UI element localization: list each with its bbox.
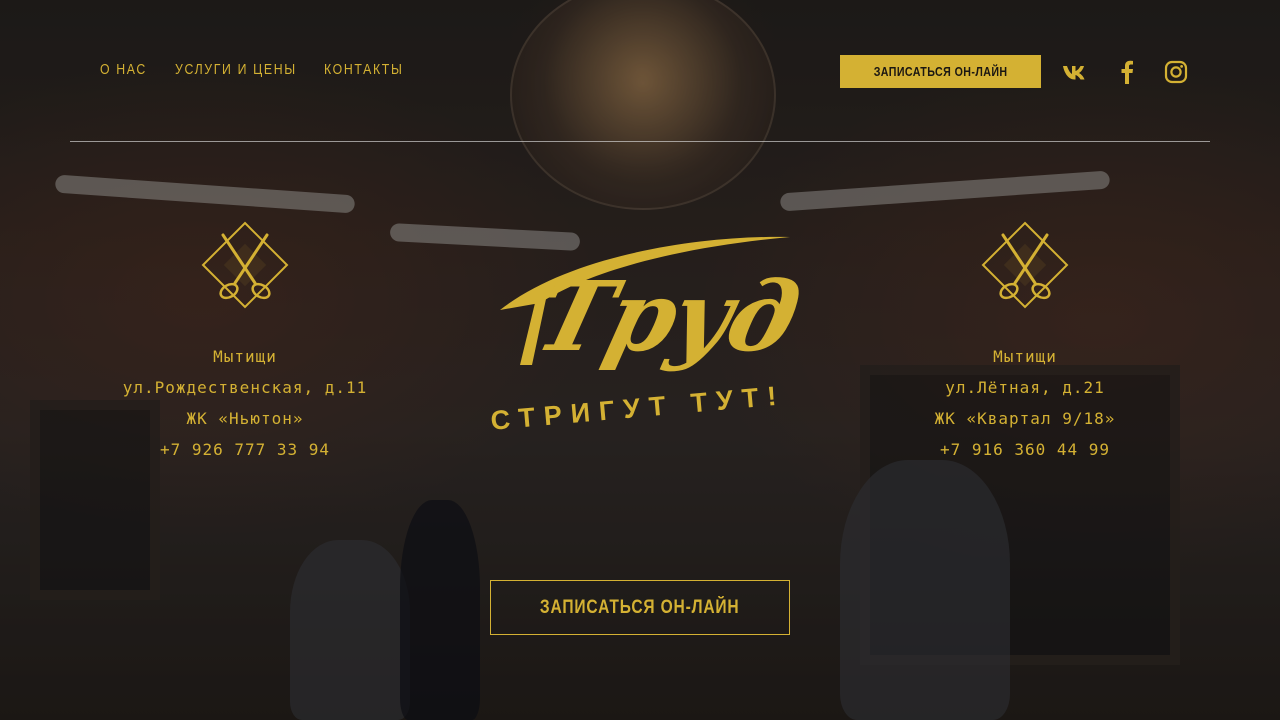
- address-phone[interactable]: +7 916 360 44 99: [875, 434, 1175, 465]
- address-street: ул.Рождественская, д.11: [122, 378, 368, 397]
- address-complex: ЖК «Ньютон»: [186, 409, 304, 428]
- book-online-header-button[interactable]: ЗАПИСАТЬСЯ ОН-ЛАЙН: [840, 55, 1041, 88]
- header-divider: [70, 141, 1210, 142]
- address-block-left: Мытищи ул.Рождественская, д.11 ЖК «Ньюто…: [95, 341, 395, 465]
- main-nav: О НАС УСЛУГИ И ЦЕНЫ КОНТАКТЫ: [100, 61, 402, 78]
- book-online-main-label: ЗАПИСАТЬСЯ ОН-ЛАЙН: [540, 596, 740, 618]
- vk-icon[interactable]: [1061, 58, 1089, 86]
- nav-item-about[interactable]: О НАС: [100, 61, 145, 78]
- address-city: Мытищи: [213, 347, 277, 366]
- book-online-main-button[interactable]: ЗАПИСАТЬСЯ ОН-ЛАЙН: [490, 580, 790, 635]
- nav-item-services-prices[interactable]: УСЛУГИ И ЦЕНЫ: [175, 61, 295, 78]
- hero-section: О НАС УСЛУГИ И ЦЕНЫ КОНТАКТЫ ЗАПИСАТЬСЯ …: [0, 0, 1280, 720]
- address-street: ул.Лётная, д.21: [945, 378, 1105, 397]
- brand-logo-text: Труд: [525, 260, 809, 373]
- address-city: Мытищи: [993, 347, 1057, 366]
- nav-item-contacts[interactable]: КОНТАКТЫ: [324, 61, 402, 78]
- instagram-icon[interactable]: [1162, 58, 1190, 86]
- scissors-emblem-icon: [195, 215, 295, 315]
- book-online-header-label: ЗАПИСАТЬСЯ ОН-ЛАЙН: [873, 64, 1008, 79]
- address-block-right: Мытищи ул.Лётная, д.21 ЖК «Квартал 9/18»…: [875, 341, 1175, 465]
- address-phone[interactable]: +7 926 777 33 94: [95, 434, 395, 465]
- scissors-emblem-icon: [975, 215, 1075, 315]
- facebook-icon[interactable]: [1113, 58, 1141, 86]
- address-complex: ЖК «Квартал 9/18»: [934, 409, 1116, 428]
